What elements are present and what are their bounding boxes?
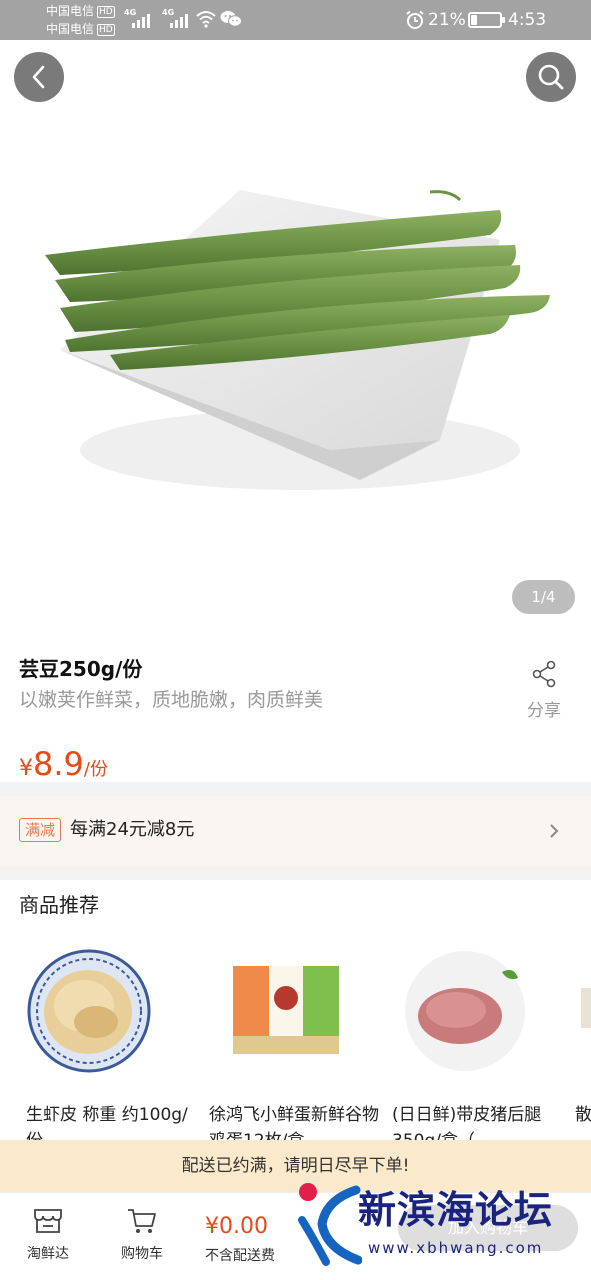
forum-watermark: 新滨海论坛 www.xbhwang.com [296,1180,586,1272]
forum-logo-icon [298,1183,362,1266]
egg-box-photo [233,966,339,1054]
partial-product-photo [581,988,591,1028]
price-currency: ¥ [19,756,33,781]
pork-photo [405,951,525,1071]
signal-icon: 4G [162,8,188,28]
image-counter: 1/4 [512,580,575,614]
status-bar: 中国电信 HD 中国电信 HD 4G 4G 21% 4:53 [0,0,591,40]
dried-shrimp-photo [27,949,151,1073]
divider [0,782,591,796]
tab-taoxianda[interactable]: 淘鲜达 [24,1207,72,1263]
promo-tag: 满减 [19,818,62,842]
carrier-1: 中国电信 HD [46,4,115,18]
wechat-icon [220,11,242,27]
delivery-fee-note: 不含配送费 [205,1248,275,1264]
rec-item-pork[interactable]: (日日鲜)带皮猪后腿350g/盒（ [392,948,562,1154]
rec-item-eggs[interactable]: 徐鸿飞小鲜蛋新鲜谷物鸡蛋12枚/盒 [209,948,379,1154]
wifi-icon [196,11,216,28]
recommendations-title: 商品推荐 [19,893,99,917]
hd-badge: HD [97,24,115,36]
tab-cart[interactable]: 购物车 [114,1207,170,1263]
carrier-2: 中国电信 HD [46,22,115,36]
promo-text: 每满24元减8元 [70,819,195,840]
tab-label: 购物车 [121,1246,163,1262]
share-label: 分享 [527,701,561,721]
chevron-left-icon [32,65,45,89]
watermark-text: 新滨海论坛 [358,1188,554,1232]
price-amount: 8.9 [33,745,84,783]
cart-total: ¥0.00 不含配送费 [205,1213,275,1265]
tab-label: 淘鲜达 [27,1246,69,1262]
product-subtitle: 以嫩荚作鲜菜，质地脆嫩，肉质鲜美 [19,689,324,711]
cart-icon [128,1209,156,1233]
promo-row[interactable]: 满减 每满24元减8元 [0,796,591,866]
rec-item-shrimp[interactable]: 生虾皮 称重 约100g/份 [26,948,196,1154]
share-button[interactable]: 分享 [514,660,574,721]
share-icon [532,660,556,688]
price-unit: /份 [83,759,108,780]
signal-icon: 4G [124,8,150,28]
product-gallery[interactable]: 1/4 [0,40,591,638]
back-button[interactable] [14,52,64,102]
chevron-right-icon [550,824,559,838]
rec-item-partial[interactable]: 散 [575,948,591,1154]
green-bean-photo [45,190,550,490]
product-title: 芸豆250g/份 [19,657,143,681]
store-icon [34,1209,62,1233]
battery-percent: 21% [428,10,466,30]
search-button[interactable] [526,52,576,102]
battery-icon [468,12,505,28]
search-icon [538,64,564,90]
clock: 4:53 [508,10,547,30]
alarm-icon [406,10,424,29]
divider [0,866,591,880]
cart-amount: ¥0.00 [205,1214,268,1239]
hd-badge: HD [97,6,115,18]
battery-fill [471,15,477,25]
watermark-url: www.xbhwang.com [368,1239,544,1257]
